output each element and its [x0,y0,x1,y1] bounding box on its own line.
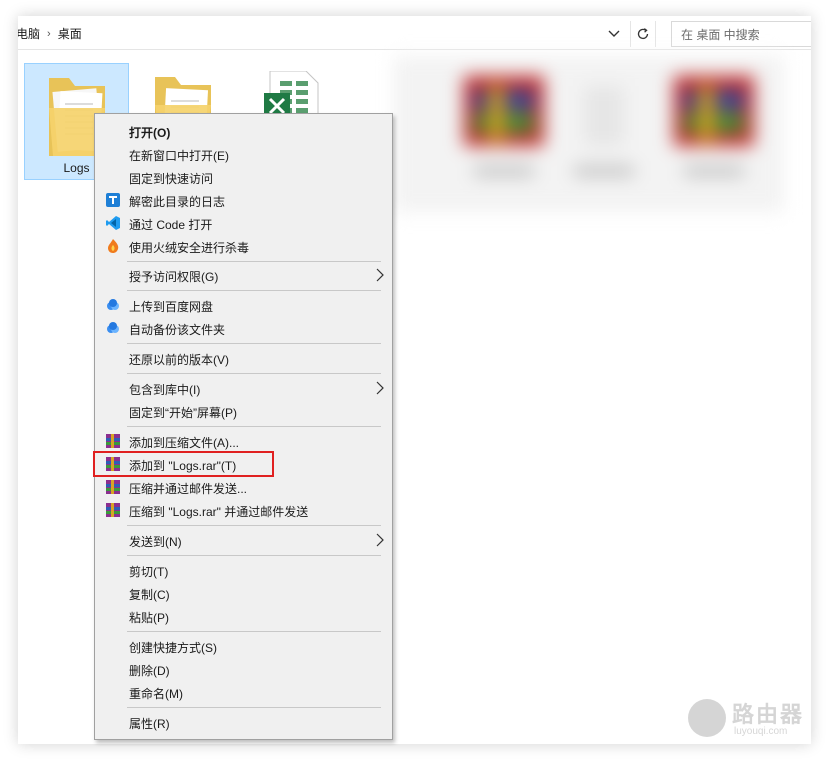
baidu-netdisk-icon [107,322,119,333]
menu-item-label: 还原以前的版本(V) [129,353,229,367]
menu-item-label: 压缩到 "Logs.rar" 并通过邮件发送 [129,505,309,519]
vscode-icon [106,216,120,230]
menu-item-pin-start[interactable]: 固定到“开始”屏幕(P) [97,400,390,423]
menu-item-label: 包含到库中(I) [129,383,201,397]
menu-item-label: 固定到快速访问 [129,172,214,186]
address-bar: 电脑 › 桌面 在 桌面 中搜索 [18,16,811,50]
menu-item-open-new-window[interactable]: 在新窗口中打开(E) [97,143,390,166]
breadcrumb-separator: › [47,27,51,40]
highlight-annotation-box [93,451,274,477]
winrar-icon [106,480,120,494]
menu-item-label: 创建快捷方式(S) [129,641,217,655]
breadcrumb-desktop[interactable]: 桌面 [55,25,85,42]
menu-item-grant-access[interactable]: 授予访问权限(G) [97,264,390,287]
watermark-subtitle: luyouqi.com [734,726,788,737]
menu-item-label: 自动备份该文件夹 [129,323,226,337]
menu-item-open[interactable]: 打开(O) [97,120,390,143]
menu-item-label: 固定到“开始”屏幕(P) [129,406,237,420]
breadcrumb[interactable]: 电脑 › 桌面 [18,21,624,46]
menu-item-label: 在新窗口中打开(E) [129,149,229,163]
menu-item-label: 压缩并通过邮件发送... [129,482,248,496]
menu-separator [127,373,381,374]
menu-item-paste[interactable]: 粘贴(P) [97,605,390,628]
menu-item-label: 上传到百度网盘 [129,300,214,314]
chevron-right-icon [376,533,384,547]
menu-item-send-to[interactable]: 发送到(N) [97,529,390,552]
menu-item-copy[interactable]: 复制(C) [97,582,390,605]
menu-separator [127,555,381,556]
menu-item-label: 粘贴(P) [129,611,169,625]
decrypt-icon [106,193,120,207]
menu-item-open-with-code[interactable]: 通过 Code 打开 [97,212,390,235]
menu-item-delete[interactable]: 删除(D) [97,658,390,681]
menu-item-restore-version[interactable]: 还原以前的版本(V) [97,347,390,370]
menu-item-label: 属性(R) [129,717,170,731]
menu-item-create-shortcut[interactable]: 创建快捷方式(S) [97,635,390,658]
menu-item-rename[interactable]: 重命名(M) [97,681,390,704]
menu-item-cut[interactable]: 剪切(T) [97,559,390,582]
menu-item-compress-logs-email[interactable]: 压缩到 "Logs.rar" 并通过邮件发送 [97,499,390,522]
context-menu: 打开(O) 在新窗口中打开(E) 固定到快速访问 解密此目录的日志 通过 Cod… [94,113,393,740]
watermark-title: 路由器 [732,702,805,727]
menu-item-label: 剪切(T) [129,565,169,579]
baidu-netdisk-icon [107,299,119,310]
menu-item-properties[interactable]: 属性(R) [97,711,390,734]
huorong-icon [108,239,119,253]
search-placeholder: 在 桌面 中搜索 [681,27,760,42]
menu-item-label: 使用火绒安全进行杀毒 [129,241,250,255]
menu-item-label: 添加到压缩文件(A)... [129,436,239,450]
menu-separator [127,707,381,708]
menu-separator [127,631,381,632]
winrar-icon [106,434,120,448]
menu-item-label: 授予访问权限(G) [129,270,219,284]
chevron-right-icon [376,268,384,282]
refresh-icon [637,28,649,40]
menu-item-label: 重命名(M) [129,687,183,701]
menu-separator [127,343,381,344]
menu-item-upload-baidu[interactable]: 上传到百度网盘 [97,294,390,317]
router-logo-icon [688,699,726,737]
menu-item-label: 打开(O) [129,126,171,140]
menu-item-label: 删除(D) [129,664,170,678]
menu-item-decrypt-log[interactable]: 解密此目录的日志 [97,189,390,212]
menu-item-compress-email[interactable]: 压缩并通过邮件发送... [97,476,390,499]
blurred-desktop-items [394,56,784,212]
breadcrumb-computer[interactable]: 电脑 [18,25,43,42]
winrar-icon [106,503,120,517]
chevron-right-icon [376,381,384,395]
menu-separator [127,426,381,427]
menu-item-label: 通过 Code 打开 [129,218,213,232]
menu-item-add-archive[interactable]: 添加到压缩文件(A)... [97,430,390,453]
menu-item-include-library[interactable]: 包含到库中(I) [97,377,390,400]
menu-item-label: 复制(C) [129,588,170,602]
menu-item-label: 发送到(N) [129,535,182,549]
chevron-down-icon[interactable] [604,24,624,44]
watermark: 路由器 luyouqi.com [688,696,811,740]
menu-item-label: 解密此目录的日志 [129,195,226,209]
menu-separator [127,290,381,291]
search-input[interactable]: 在 桌面 中搜索 [671,21,811,47]
menu-item-pin-quick-access[interactable]: 固定到快速访问 [97,166,390,189]
menu-separator [127,525,381,526]
menu-separator [127,261,381,262]
menu-item-huorong-scan[interactable]: 使用火绒安全进行杀毒 [97,235,390,258]
menu-item-auto-backup[interactable]: 自动备份该文件夹 [97,317,390,340]
refresh-button[interactable] [630,21,656,47]
